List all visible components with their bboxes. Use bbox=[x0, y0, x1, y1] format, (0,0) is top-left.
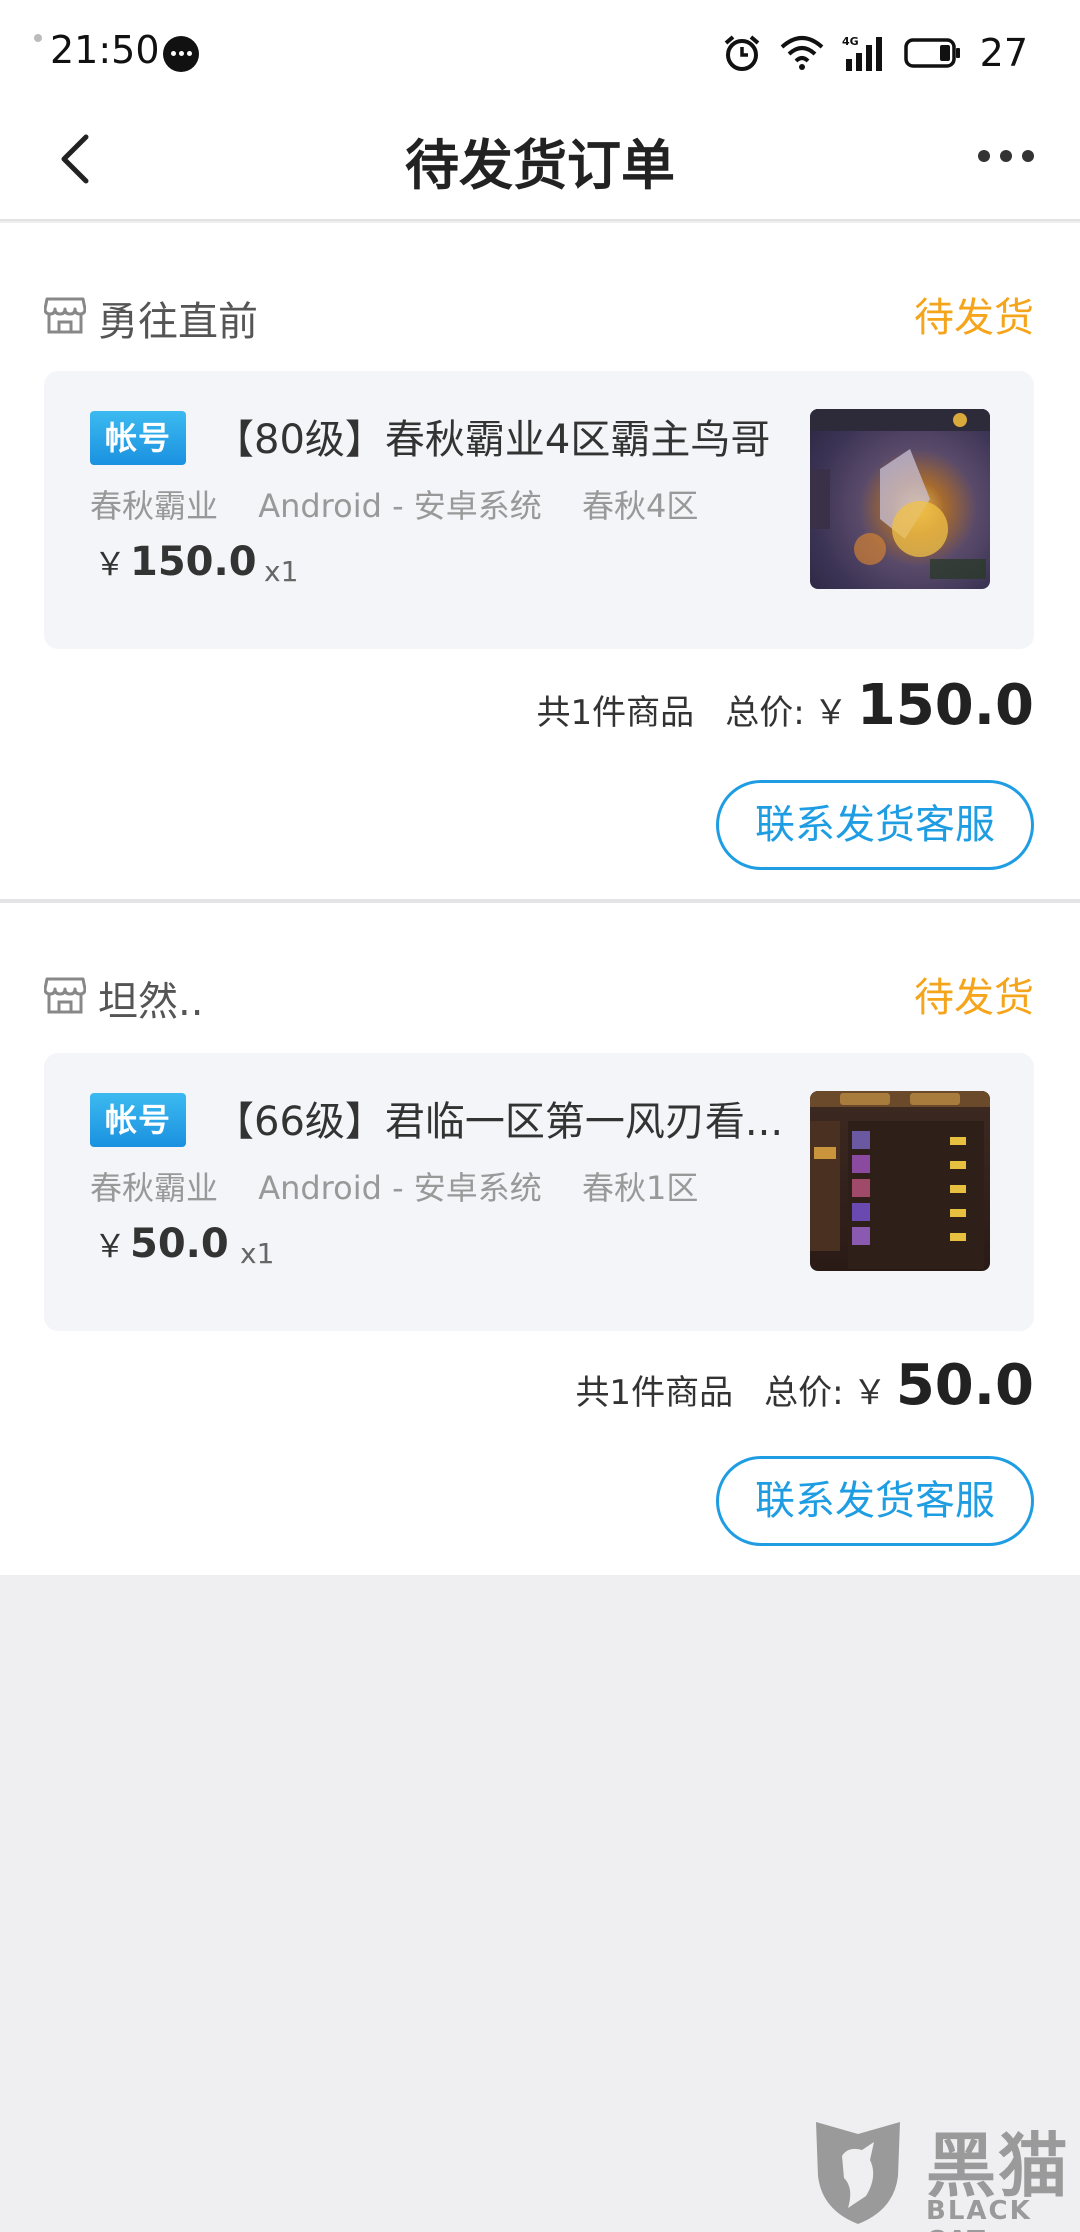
shop-row[interactable]: 勇往直前 待发货 bbox=[44, 285, 1034, 345]
order-status: 待发货 bbox=[914, 295, 1034, 341]
currency-symbol: ￥ bbox=[852, 1373, 887, 1413]
notification-dot bbox=[34, 34, 42, 42]
product-thumbnail bbox=[810, 1091, 990, 1271]
more-dots-icon[interactable] bbox=[976, 141, 1036, 171]
order-summary: 共1件商品 总价: ￥ 50.0 bbox=[575, 1353, 1034, 1423]
message-icon bbox=[163, 36, 199, 72]
contact-seller-button[interactable]: 联系发货客服 bbox=[716, 780, 1034, 870]
watermark: 黑猫 BLACK CAT bbox=[806, 2110, 1080, 2232]
total-label: 总价: bbox=[725, 693, 805, 733]
product-price: ￥ 50.0 bbox=[94, 1221, 229, 1267]
order-card[interactable]: 坦然.. 待发货 帐号 【66级】君临一区第一风刃看... 春秋霸业 Andro… bbox=[0, 903, 1080, 1575]
account-badge: 帐号 bbox=[90, 1093, 186, 1147]
game-screenshot-image bbox=[810, 1091, 990, 1269]
battery-icon bbox=[903, 38, 960, 68]
product-price: ￥ 150.0 bbox=[94, 539, 257, 585]
status-bar: 21:50 4G 27 bbox=[0, 0, 1080, 105]
store-icon bbox=[44, 297, 86, 334]
total-label: 总价: bbox=[764, 1373, 844, 1413]
product-game: 春秋霸业 bbox=[90, 487, 219, 525]
currency-symbol: ￥ bbox=[94, 1227, 127, 1265]
signal-icon: 4G bbox=[842, 35, 882, 71]
contact-seller-button[interactable]: 联系发货客服 bbox=[716, 1456, 1034, 1546]
product-platform: Android - 安卓系统 bbox=[258, 1169, 542, 1207]
order-status: 待发货 bbox=[914, 975, 1034, 1021]
total-price: 50.0 bbox=[895, 1353, 1034, 1418]
price-value: 50.0 bbox=[130, 1221, 229, 1267]
product-platform: Android - 安卓系统 bbox=[258, 487, 542, 525]
page-title: 待发货订单 bbox=[405, 134, 675, 197]
order-summary: 共1件商品 总价: ￥ 150.0 bbox=[536, 673, 1034, 743]
product-item[interactable]: 帐号 【80级】春秋霸业4区霸主鸟哥 春秋霸业 Android - 安卓系统 春… bbox=[44, 371, 1034, 649]
product-quantity: x1 bbox=[264, 555, 299, 588]
order-card[interactable]: 勇往直前 待发货 帐号 【80级】春秋霸业4区霸主鸟哥 春秋霸业 Android… bbox=[0, 223, 1080, 899]
store-icon bbox=[44, 977, 86, 1014]
battery-level: 27 bbox=[979, 31, 1028, 75]
game-screenshot-image bbox=[810, 409, 990, 579]
product-title: 【66级】君临一区第一风刃看... bbox=[214, 1099, 784, 1145]
total-price: 150.0 bbox=[856, 673, 1034, 738]
black-cat-logo-icon bbox=[816, 2122, 900, 2224]
product-server: 春秋1区 bbox=[581, 1169, 699, 1207]
product-item[interactable]: 帐号 【66级】君临一区第一风刃看... 春秋霸业 Android - 安卓系统… bbox=[44, 1053, 1034, 1331]
product-meta: 春秋霸业 Android - 安卓系统 春秋4区 bbox=[90, 481, 728, 527]
item-count: 共1件商品 bbox=[575, 1373, 734, 1413]
currency-symbol: ￥ bbox=[94, 545, 127, 583]
nav-bar: 待发货订单 bbox=[0, 105, 1080, 221]
shop-name: 勇往直前 bbox=[98, 299, 258, 345]
status-icons: 4G 27 bbox=[722, 28, 1028, 78]
product-quantity: x1 bbox=[240, 1237, 275, 1270]
wifi-icon bbox=[780, 36, 823, 70]
status-time: 21:50 bbox=[50, 28, 160, 72]
product-meta: 春秋霸业 Android - 安卓系统 春秋1区 bbox=[90, 1163, 728, 1209]
product-thumbnail bbox=[810, 409, 990, 589]
shop-name: 坦然.. bbox=[98, 979, 204, 1025]
price-value: 150.0 bbox=[130, 539, 257, 585]
alarm-icon bbox=[724, 35, 759, 71]
product-title: 【80级】春秋霸业4区霸主鸟哥 bbox=[214, 417, 771, 463]
item-count: 共1件商品 bbox=[536, 693, 695, 733]
product-game: 春秋霸业 bbox=[90, 1169, 219, 1207]
svg-text:4G: 4G bbox=[842, 35, 859, 48]
currency-symbol: ￥ bbox=[813, 693, 848, 733]
account-badge: 帐号 bbox=[90, 411, 186, 465]
watermark-en: BLACK CAT bbox=[926, 2196, 1032, 2232]
product-server: 春秋4区 bbox=[581, 487, 699, 525]
shop-row[interactable]: 坦然.. 待发货 bbox=[44, 965, 1034, 1025]
